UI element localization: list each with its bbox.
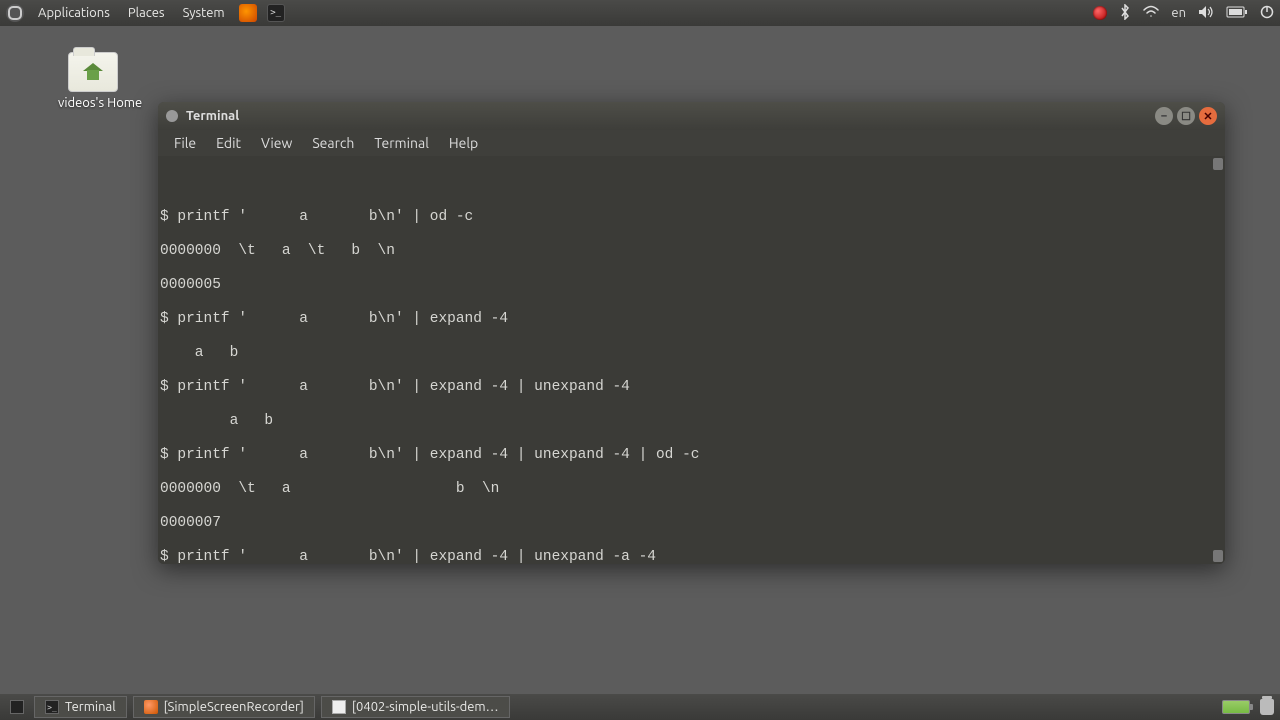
terminal-body[interactable]: $ printf ' a b\n' | od -c 0000000 \t a \… [158,156,1225,564]
terminal-line: $ printf ' a b\n' | expand -4 | unexpand… [160,549,656,564]
terminal-line: a b [160,413,273,429]
taskbar-item-document[interactable]: [0402-simple-utils-dem… [321,696,510,718]
menu-places[interactable]: Places [120,6,173,20]
taskbar: >_ Terminal [SimpleScreenRecorder] [0402… [0,694,1280,720]
window-title: Terminal [186,109,239,123]
terminal-line: 0000000 \t a b \n [160,481,499,497]
home-glyph-icon [83,63,103,81]
recording-indicator-icon[interactable] [1093,6,1107,20]
menu-view[interactable]: View [251,135,302,151]
menu-edit[interactable]: Edit [206,135,251,151]
folder-icon [68,52,118,92]
trash-icon[interactable] [1260,699,1274,715]
close-button[interactable]: ✕ [1199,107,1217,125]
terminal-line: $ printf ' a b\n' | od -c [160,209,473,225]
firefox-icon[interactable] [239,4,257,22]
terminal-icon: >_ [45,700,59,714]
menu-applications[interactable]: Applications [30,6,118,20]
document-icon [332,700,346,714]
menu-terminal[interactable]: Terminal [364,135,439,151]
menu-system[interactable]: System [175,6,233,20]
titlebar[interactable]: Terminal – ☐ ✕ [158,102,1225,130]
menubar: File Edit View Search Terminal Help [158,130,1225,156]
wifi-icon[interactable] [1143,5,1159,22]
terminal-window: Terminal – ☐ ✕ File Edit View Search Ter… [158,102,1225,564]
taskbar-item-label: [SimpleScreenRecorder] [164,700,304,714]
menu-search[interactable]: Search [302,135,364,151]
terminal-line: 0000005 [160,277,221,293]
power-icon[interactable] [1260,5,1274,22]
minimize-button[interactable]: – [1155,107,1173,125]
terminal-line: $ printf ' a b\n' | expand -4 | unexpand… [160,447,700,463]
maximize-button[interactable]: ☐ [1177,107,1195,125]
scrollbar-up-icon[interactable] [1213,158,1223,170]
terminal-line: $ printf ' a b\n' | expand -4 [160,311,508,327]
show-desktop-icon [10,700,24,714]
taskbar-item-terminal[interactable]: >_ Terminal [34,696,127,718]
terminal-line: 0000000 \t a \t b \n [160,243,395,259]
battery-icon[interactable] [1226,6,1248,21]
desktop-icon-label: videos's Home [58,96,128,110]
taskbar-item-label: Terminal [65,700,116,714]
distro-logo-icon[interactable] [6,4,24,22]
recorder-icon [144,700,158,714]
volume-icon[interactable] [1198,5,1214,22]
scrollbar-down-icon[interactable] [1213,550,1223,562]
titlebar-app-icon [166,110,178,122]
top-panel: Applications Places System en [0,0,1280,26]
battery-widget-icon[interactable] [1222,700,1250,714]
desktop-home-folder[interactable]: videos's Home [58,52,128,110]
show-desktop-button[interactable] [6,696,28,718]
taskbar-item-label: [0402-simple-utils-dem… [352,700,499,714]
terminal-line: a b [160,345,238,361]
terminal-launcher-icon[interactable] [267,4,285,22]
keyboard-layout-indicator[interactable]: en [1171,6,1186,20]
terminal-line: $ printf ' a b\n' | expand -4 | unexpand… [160,379,630,395]
taskbar-item-recorder[interactable]: [SimpleScreenRecorder] [133,696,315,718]
menu-file[interactable]: File [164,135,206,151]
bluetooth-icon[interactable] [1119,4,1131,23]
terminal-line: 0000007 [160,515,221,531]
menu-help[interactable]: Help [439,135,488,151]
